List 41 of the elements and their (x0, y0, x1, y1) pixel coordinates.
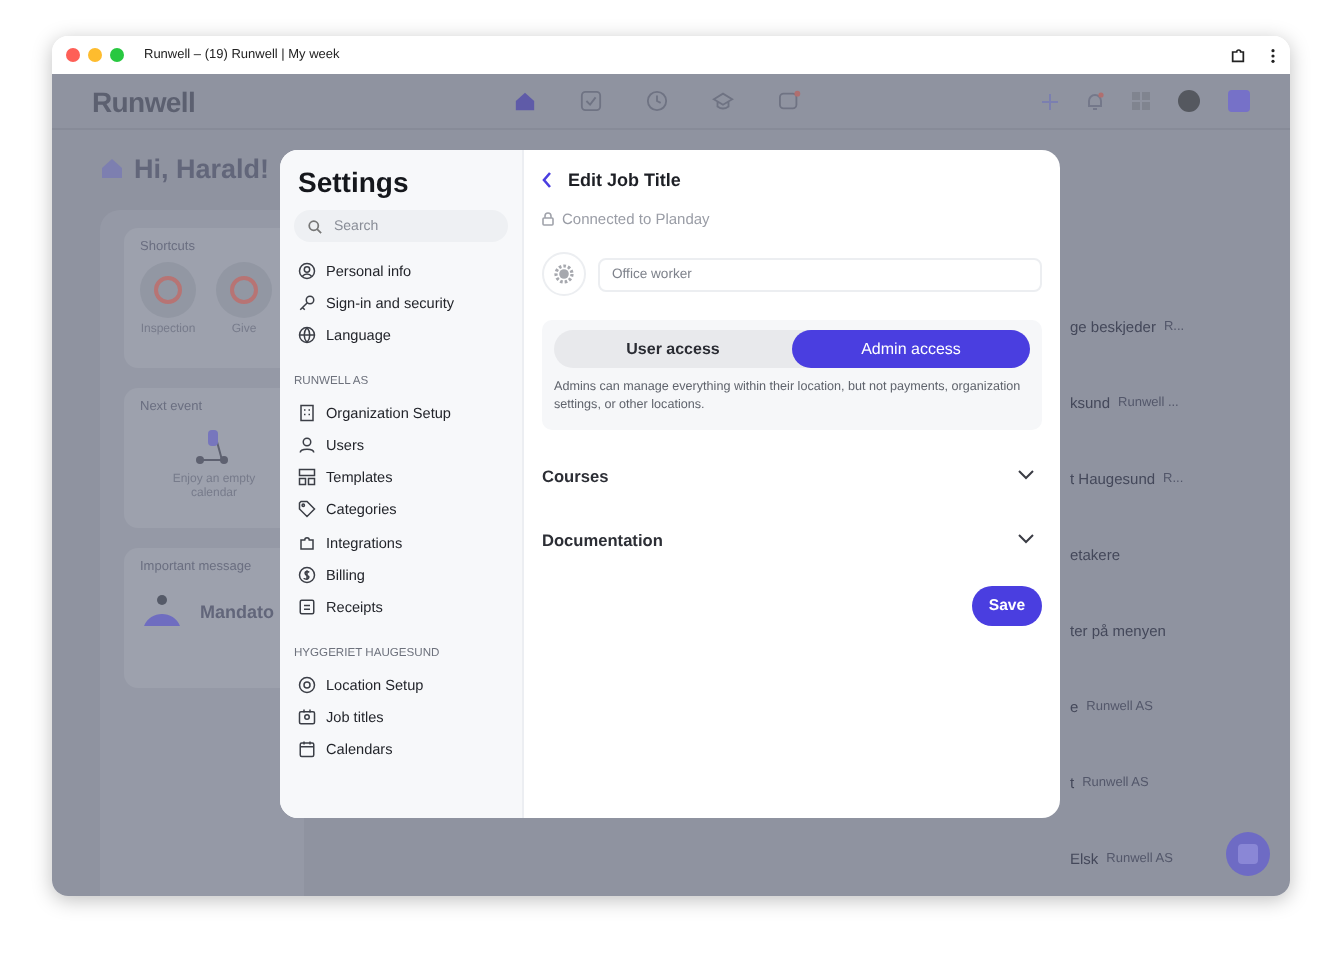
message-title: Mandato (200, 602, 274, 622)
gear-icon (554, 264, 574, 284)
lock-icon (542, 212, 554, 226)
dollar-icon (298, 566, 316, 585)
home-icon[interactable] (514, 90, 537, 112)
users-icon (298, 435, 316, 454)
clock-icon[interactable] (646, 90, 669, 112)
close-button[interactable] (66, 48, 80, 62)
shortcut-icon[interactable] (216, 262, 272, 318)
chat-button[interactable] (1226, 832, 1270, 876)
section-header[interactable]: Courses (542, 461, 1042, 490)
page-title: Edit Job Title (568, 170, 681, 190)
avatar-icon[interactable] (1178, 90, 1200, 112)
maximize-button[interactable] (110, 48, 124, 62)
receipt-icon (298, 598, 316, 617)
app-icon[interactable] (1228, 90, 1250, 112)
layout-icon (298, 468, 316, 487)
search-icon (308, 219, 322, 233)
shortcut-icon[interactable] (140, 262, 196, 318)
access-tab[interactable]: Admin access (792, 330, 1030, 368)
calendar-icon (298, 740, 316, 759)
bell-icon[interactable] (1086, 91, 1104, 111)
checkbox-icon[interactable] (580, 90, 603, 112)
person-drawing (140, 594, 184, 630)
location-pin-icon (298, 675, 316, 694)
chat-icon (1238, 844, 1258, 864)
back-icon[interactable] (542, 172, 552, 188)
id-card-icon (298, 707, 316, 726)
building-icon (298, 403, 316, 422)
key-icon (298, 293, 316, 312)
chat-icon[interactable] (778, 90, 803, 112)
icon-picker[interactable] (542, 252, 586, 296)
more-icon[interactable] (1270, 47, 1276, 63)
user-circle-icon (298, 261, 316, 280)
globe-icon (298, 326, 316, 345)
access-tab[interactable]: User access (554, 330, 792, 368)
section-header[interactable]: Documentation (542, 525, 1042, 554)
cap-icon[interactable] (712, 90, 735, 112)
tag-icon (298, 500, 316, 519)
minimize-button[interactable] (88, 48, 102, 62)
settings-title: Settings (298, 166, 411, 198)
